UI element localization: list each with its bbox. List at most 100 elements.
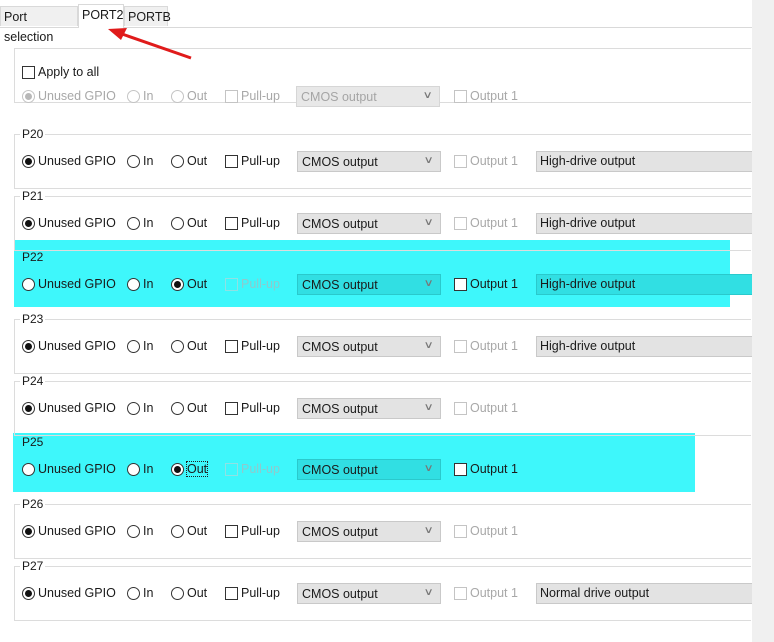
tab-port2[interactable]: PORT2: [78, 4, 124, 28]
chevron-down-icon: ∨: [423, 278, 434, 289]
select-value: CMOS output: [302, 277, 378, 292]
output1-checkbox[interactable]: Output 1: [454, 334, 518, 358]
output-type-select[interactable]: CMOS output ∨: [297, 151, 441, 172]
output-type-select[interactable]: CMOS output ∨: [297, 398, 441, 419]
unused-gpio-radio[interactable]: Unused GPIO: [22, 457, 116, 481]
checkbox-box: [454, 89, 467, 103]
pullup-checkbox[interactable]: Pull-up: [225, 581, 280, 605]
unused-gpio-radio[interactable]: Unused GPIO: [22, 519, 116, 543]
chevron-down-icon: ∨: [422, 90, 433, 101]
output1-checkbox[interactable]: Output 1: [454, 581, 518, 605]
unused-gpio-radio[interactable]: Unused GPIO: [22, 334, 116, 358]
output-type-select[interactable]: CMOS output ∨: [297, 521, 441, 542]
unused-gpio-radio[interactable]: Unused GPIO: [22, 581, 116, 605]
out-radio[interactable]: Out: [171, 272, 207, 296]
out-radio[interactable]: Out: [171, 519, 207, 543]
in-radio[interactable]: In: [127, 272, 153, 296]
apply-unused-radio[interactable]: Unused GPIO: [22, 84, 116, 108]
radio-icon: [171, 89, 184, 103]
pullup-checkbox[interactable]: Pull-up: [225, 396, 280, 420]
apply-out-radio[interactable]: Out: [171, 84, 207, 108]
out-radio[interactable]: Out: [171, 211, 207, 235]
out-radio[interactable]: Out: [171, 457, 209, 481]
apply-all-checkbox[interactable]: Apply to all: [22, 60, 99, 84]
radio-icon: [22, 216, 35, 230]
checkbox-label: Output 1: [470, 154, 518, 168]
tab-portb[interactable]: PORTB: [124, 6, 171, 26]
in-radio[interactable]: In: [127, 149, 153, 173]
output-type-select[interactable]: CMOS output ∨: [297, 213, 441, 234]
apply-output-type-select[interactable]: CMOS output ∨: [296, 86, 440, 107]
pin-name: P20: [20, 127, 46, 141]
output-type-select[interactable]: CMOS output ∨: [297, 583, 441, 604]
drive-select[interactable]: High-drive output: [536, 151, 752, 172]
output-type-select[interactable]: CMOS output ∨: [297, 336, 441, 357]
pin-group-p21: P21 Unused GPIO In Out Pull-up CMOS output ∨ Ou…: [14, 189, 752, 251]
radio-label: In: [143, 216, 154, 230]
radio-label: In: [143, 154, 154, 168]
pullup-checkbox[interactable]: Pull-up: [225, 457, 280, 481]
radio-icon: [127, 89, 140, 103]
checkbox-box: [225, 401, 238, 415]
output1-checkbox[interactable]: Output 1: [454, 272, 518, 296]
output1-checkbox[interactable]: Output 1: [454, 396, 518, 420]
out-radio[interactable]: Out: [171, 149, 207, 173]
apply-in-radio[interactable]: In: [127, 84, 153, 108]
checkbox-box: [225, 216, 238, 230]
checkbox-box: [454, 586, 467, 600]
apply-all-label: Apply to all: [38, 65, 100, 79]
out-radio[interactable]: Out: [171, 581, 207, 605]
pullup-checkbox[interactable]: Pull-up: [225, 149, 280, 173]
in-radio[interactable]: In: [127, 396, 153, 420]
in-radio[interactable]: In: [127, 334, 153, 358]
drive-select[interactable]: High-drive output: [536, 213, 752, 234]
drive-select[interactable]: Normal drive output: [536, 583, 752, 604]
pin-group-p22: P22 Unused GPIO In Out Pull-up CMOS output ∨ Ou…: [14, 250, 752, 312]
apply-output1-checkbox[interactable]: Output 1: [454, 84, 518, 108]
radio-icon: [22, 586, 35, 600]
output1-checkbox[interactable]: Output 1: [454, 211, 518, 235]
radio-icon: [171, 339, 184, 353]
select-value: CMOS output: [302, 462, 378, 477]
select-value: CMOS output: [302, 216, 378, 231]
radio-icon: [171, 154, 184, 168]
select-value: CMOS output: [302, 154, 378, 169]
tab-bar: Port selection PORT2 PORTB: [0, 4, 752, 44]
radio-label: Unused GPIO: [38, 154, 116, 168]
checkbox-label: Output 1: [470, 401, 518, 415]
output-type-select[interactable]: CMOS output ∨: [297, 274, 441, 295]
unused-gpio-radio[interactable]: Unused GPIO: [22, 149, 116, 173]
radio-icon: [127, 524, 140, 538]
in-radio[interactable]: In: [127, 457, 153, 481]
pin-group-p27: P27 Unused GPIO In Out Pull-up CMOS output ∨ Ou…: [14, 559, 752, 621]
drive-select[interactable]: High-drive output: [536, 274, 752, 295]
unused-gpio-radio[interactable]: Unused GPIO: [22, 272, 116, 296]
out-radio[interactable]: Out: [171, 396, 207, 420]
pullup-checkbox[interactable]: Pull-up: [225, 334, 280, 358]
out-radio[interactable]: Out: [171, 334, 207, 358]
in-radio[interactable]: In: [127, 581, 153, 605]
radio-icon: [127, 339, 140, 353]
in-radio[interactable]: In: [127, 211, 153, 235]
output1-checkbox[interactable]: Output 1: [454, 149, 518, 173]
vertical-scrollbar[interactable]: [752, 0, 774, 642]
apply-pullup-checkbox[interactable]: Pull-up: [225, 84, 280, 108]
output-type-select[interactable]: CMOS output ∨: [297, 459, 441, 480]
output1-checkbox[interactable]: Output 1: [454, 519, 518, 543]
in-radio[interactable]: In: [127, 519, 153, 543]
radio-label: In: [143, 462, 154, 476]
drive-select[interactable]: High-drive output: [536, 336, 752, 357]
unused-gpio-radio[interactable]: Unused GPIO: [22, 211, 116, 235]
pullup-checkbox[interactable]: Pull-up: [225, 519, 280, 543]
radio-icon: [127, 462, 140, 476]
pin-row: Unused GPIO In Out Pull-up CMOS output ∨ Outpu…: [14, 334, 752, 358]
pin-row: Unused GPIO In Out Pull-up CMOS output ∨ Outpu…: [14, 581, 752, 605]
unused-gpio-radio[interactable]: Unused GPIO: [22, 396, 116, 420]
pullup-checkbox[interactable]: Pull-up: [225, 211, 280, 235]
radio-label: Unused GPIO: [38, 586, 116, 600]
checkbox-box: [225, 154, 238, 168]
output1-checkbox[interactable]: Output 1: [454, 457, 518, 481]
radio-label: Out: [187, 154, 208, 168]
pullup-checkbox[interactable]: Pull-up: [225, 272, 280, 296]
tab-port-selection[interactable]: Port selection: [0, 6, 78, 44]
